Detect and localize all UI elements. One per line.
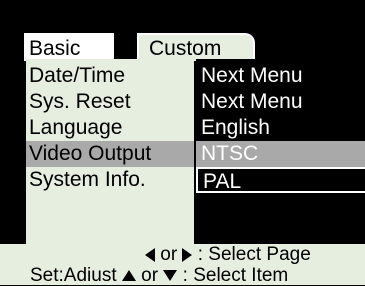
tab-custom[interactable]: Custom — [137, 33, 255, 61]
help-line-page: or : Select Page — [145, 244, 311, 265]
menu-value-language: English — [201, 116, 270, 139]
camera-settings-screen: Basic Custom Date/Time Next Menu Sys. Re… — [0, 0, 365, 286]
arrow-left-icon — [145, 247, 155, 262]
help-footer: or : Select Page Set:Adiust or : Select … — [0, 244, 365, 286]
help-or-2: or — [141, 265, 159, 286]
menu-option-pal[interactable]: PAL — [196, 167, 365, 193]
menu-value-sys-reset: Next Menu — [201, 90, 303, 113]
arrow-down-icon — [163, 270, 178, 282]
arrow-right-icon — [182, 247, 193, 262]
tab-basic-label: Basic — [29, 37, 81, 60]
help-select-item: : Select Item — [182, 265, 289, 286]
help-line-item: Set:Adiust or : Select Item — [30, 265, 288, 286]
help-set-adjust: Set:Adiust — [30, 265, 117, 286]
help-or-1: or — [160, 244, 178, 265]
menu-item-date-time[interactable]: Date/Time — [26, 63, 194, 89]
tab-custom-label: Custom — [149, 37, 222, 60]
help-select-page: : Select Page — [197, 244, 311, 265]
menu-item-language[interactable]: Language — [26, 115, 194, 141]
menu-item-system-info[interactable]: System Info. — [26, 167, 194, 193]
menu-value-date-time: Next Menu — [201, 64, 303, 87]
menu-item-sys-reset[interactable]: Sys. Reset — [26, 89, 194, 115]
menu-option-ntsc[interactable]: NTSC — [196, 141, 365, 167]
arrow-up-icon — [121, 270, 136, 282]
menu-item-video-output[interactable]: Video Output — [26, 141, 194, 167]
